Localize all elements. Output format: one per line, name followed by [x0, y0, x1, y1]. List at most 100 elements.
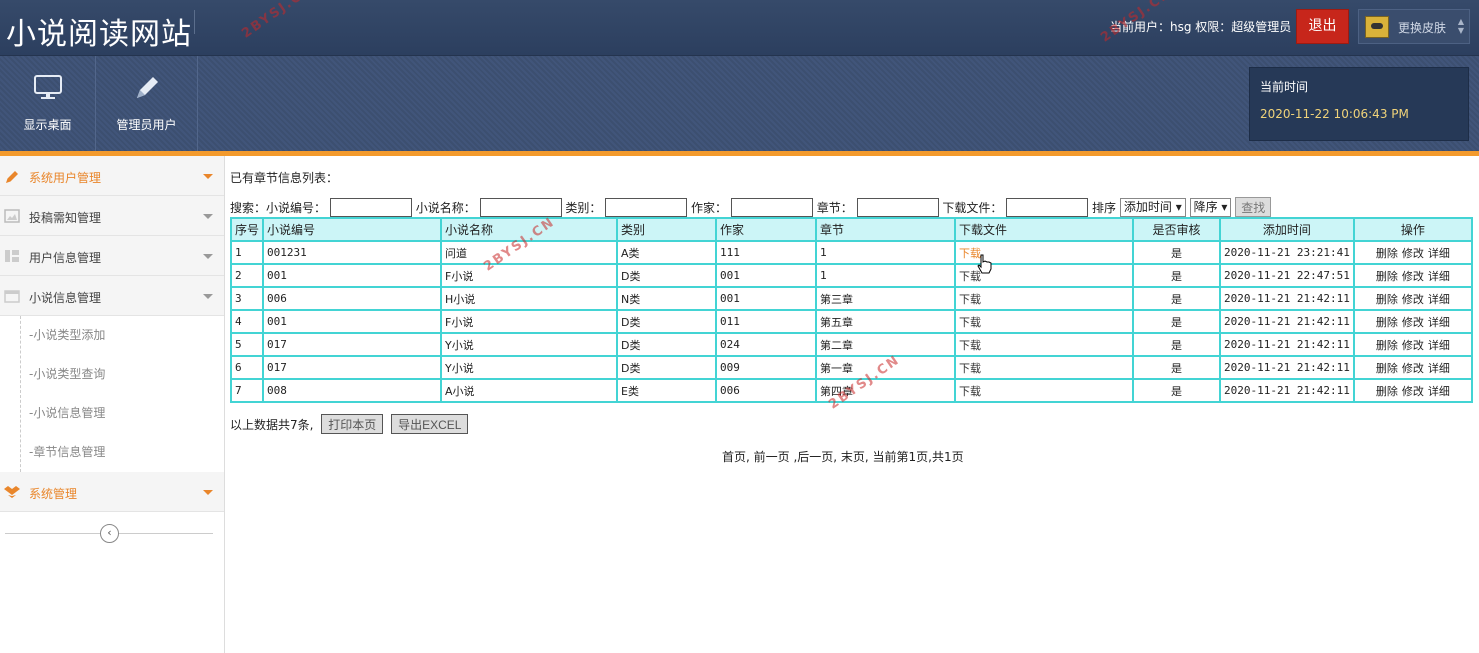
- cell-time: 2020-11-21 23:21:41: [1219, 240, 1355, 265]
- skin-label: 更换皮肤: [1398, 21, 1447, 35]
- edit-link[interactable]: 修改: [1402, 270, 1424, 283]
- top-header: 小说阅读网站 当前用户：hsg 权限：超级管理员 退出 更换皮肤 ▲ ▼: [0, 0, 1479, 56]
- chapter-input[interactable]: [856, 197, 939, 217]
- col-header: 是否审核: [1132, 217, 1222, 242]
- download-link[interactable]: 下载: [959, 362, 981, 375]
- cell-file: 下载: [954, 286, 1135, 311]
- download-link[interactable]: 下载: [959, 339, 981, 352]
- edit-link[interactable]: 修改: [1402, 247, 1424, 260]
- chapter-table: 序号 小说编号 小说名称 类别 作家 章节 下载文件 是否审核 添加时间 操作 …: [229, 217, 1474, 403]
- sidebar-item-novel-info[interactable]: 小说信息管理: [0, 276, 224, 316]
- cell-code: 006: [262, 286, 443, 311]
- detail-link[interactable]: 详细: [1428, 339, 1450, 352]
- detail-link[interactable]: 详细: [1428, 270, 1450, 283]
- cell-no: 3: [229, 286, 265, 311]
- delete-link[interactable]: 删除: [1376, 270, 1398, 283]
- print-page-button[interactable]: 打印本页: [321, 414, 384, 434]
- cell-category: N类: [616, 286, 718, 311]
- chevron-left-icon[interactable]: ‹: [100, 524, 119, 543]
- col-header: 作家: [715, 217, 818, 242]
- cell-ops: 删除 修改 详细: [1352, 286, 1474, 311]
- cell-ops: 删除 修改 详细: [1352, 263, 1474, 288]
- admin-user-button[interactable]: 管理员用户: [96, 56, 198, 151]
- current-time-panel: 当前时间 2020-11-22 10:06:43 PM: [1249, 67, 1469, 141]
- edit-link[interactable]: 修改: [1402, 362, 1424, 375]
- pencil-icon: [4, 169, 20, 183]
- download-link[interactable]: 下载: [959, 316, 981, 329]
- delete-link[interactable]: 删除: [1376, 316, 1398, 329]
- sidebar-item-label: 系统用户管理: [29, 171, 102, 185]
- cell-name: A小说: [440, 378, 619, 403]
- submenu-item-novel-type-add[interactable]: -小说类型添加: [21, 316, 224, 355]
- cell-ops: 删除 修改 详细: [1352, 378, 1474, 403]
- sidebar-item-system-users[interactable]: 系统用户管理: [0, 156, 224, 196]
- logout-button[interactable]: 退出: [1296, 9, 1349, 44]
- sidebar: 系统用户管理 投稿需知管理 用户信息管理 小说信息管理 -小说类型添加 -小说类…: [0, 156, 225, 653]
- pagination[interactable]: 首页, 前一页 ,后一页, 末页, 当前第1页,共1页: [722, 448, 964, 465]
- cell-author: 111: [715, 240, 818, 265]
- cell-file: 下载: [954, 378, 1135, 403]
- submenu-item-chapter-info[interactable]: -章节信息管理: [21, 433, 224, 472]
- detail-link[interactable]: 详细: [1428, 293, 1450, 306]
- search-bar: 搜索：小说编号： 小说名称： 类别： 作家： 章节： 下载文件： 排序 添加时间…: [230, 197, 1272, 219]
- edit-link[interactable]: 修改: [1402, 339, 1424, 352]
- detail-link[interactable]: 详细: [1428, 316, 1450, 329]
- cell-name: Y小说: [440, 355, 619, 380]
- edit-link[interactable]: 修改: [1402, 316, 1424, 329]
- detail-link[interactable]: 详细: [1428, 385, 1450, 398]
- detail-link[interactable]: 详细: [1428, 247, 1450, 260]
- sidebar-item-submission-notice[interactable]: 投稿需知管理: [0, 196, 224, 236]
- cell-audited: 是: [1132, 355, 1222, 380]
- sort-order-select[interactable]: 降序 ▾: [1189, 197, 1232, 217]
- search-label-author: 作家：: [691, 200, 728, 215]
- cell-ops: 删除 修改 详细: [1352, 355, 1474, 380]
- cell-chapter: 第三章: [815, 286, 957, 311]
- edit-link[interactable]: 修改: [1402, 385, 1424, 398]
- cell-author: 006: [715, 378, 818, 403]
- col-header: 操作: [1352, 217, 1474, 242]
- cell-no: 5: [229, 332, 265, 357]
- table-row: 1 001231 问道 A类 111 1 下载是 2020-11-21 23:21:41 删除修…: [229, 240, 1474, 265]
- submenu-item-novel-type-query[interactable]: -小说类型查询: [21, 355, 224, 394]
- sort-field-select[interactable]: 添加时间 ▾: [1119, 197, 1186, 217]
- delete-link[interactable]: 删除: [1376, 385, 1398, 398]
- search-label-code: 小说编号：: [266, 200, 327, 215]
- sidebar-item-label: 系统管理: [29, 487, 78, 501]
- novel-code-input[interactable]: [329, 197, 412, 217]
- cell-category: E类: [616, 378, 718, 403]
- show-desktop-button[interactable]: 显示桌面: [0, 56, 96, 151]
- sidebar-item-system[interactable]: 系统管理: [0, 472, 224, 512]
- cell-code: 001231: [262, 240, 443, 265]
- cell-no: 4: [229, 309, 265, 334]
- edit-link[interactable]: 修改: [1402, 293, 1424, 306]
- pencil-icon: [133, 74, 161, 105]
- search-button[interactable]: 查找: [1235, 197, 1272, 217]
- skin-switcher[interactable]: 更换皮肤 ▲ ▼: [1358, 9, 1470, 44]
- updown-arrow-icon: ▲ ▼: [1457, 17, 1464, 35]
- table-row: 2 001 F小说 D类 001 1 下载是 2020-11-21 22:47:51 删除 修改详…: [229, 263, 1474, 288]
- submenu-item-novel-info[interactable]: -小说信息管理: [21, 394, 224, 433]
- author-input[interactable]: [730, 197, 813, 217]
- delete-link[interactable]: 删除: [1376, 247, 1398, 260]
- download-file-input[interactable]: [1006, 197, 1089, 217]
- delete-link[interactable]: 删除: [1376, 293, 1398, 306]
- image-icon: [4, 209, 20, 223]
- cell-audited: 是: [1132, 263, 1222, 288]
- cell-audited: 是: [1132, 332, 1222, 357]
- download-link[interactable]: 下载: [959, 293, 981, 306]
- search-label-name: 小说名称：: [415, 200, 476, 215]
- detail-link[interactable]: 详细: [1428, 362, 1450, 375]
- search-label-category: 类别：: [565, 200, 602, 215]
- cell-category: D类: [616, 355, 718, 380]
- export-excel-button[interactable]: 导出EXCEL: [391, 414, 469, 434]
- category-input[interactable]: [605, 197, 688, 217]
- delete-link[interactable]: 删除: [1376, 362, 1398, 375]
- caret-down-icon: [203, 174, 213, 179]
- cell-name: Y小说: [440, 332, 619, 357]
- col-header: 添加时间: [1219, 217, 1355, 242]
- sidebar-item-user-info[interactable]: 用户信息管理: [0, 236, 224, 276]
- download-link[interactable]: 下载: [959, 385, 981, 398]
- cell-code: 001: [262, 309, 443, 334]
- delete-link[interactable]: 删除: [1376, 339, 1398, 352]
- dropbox-icon: [4, 485, 20, 499]
